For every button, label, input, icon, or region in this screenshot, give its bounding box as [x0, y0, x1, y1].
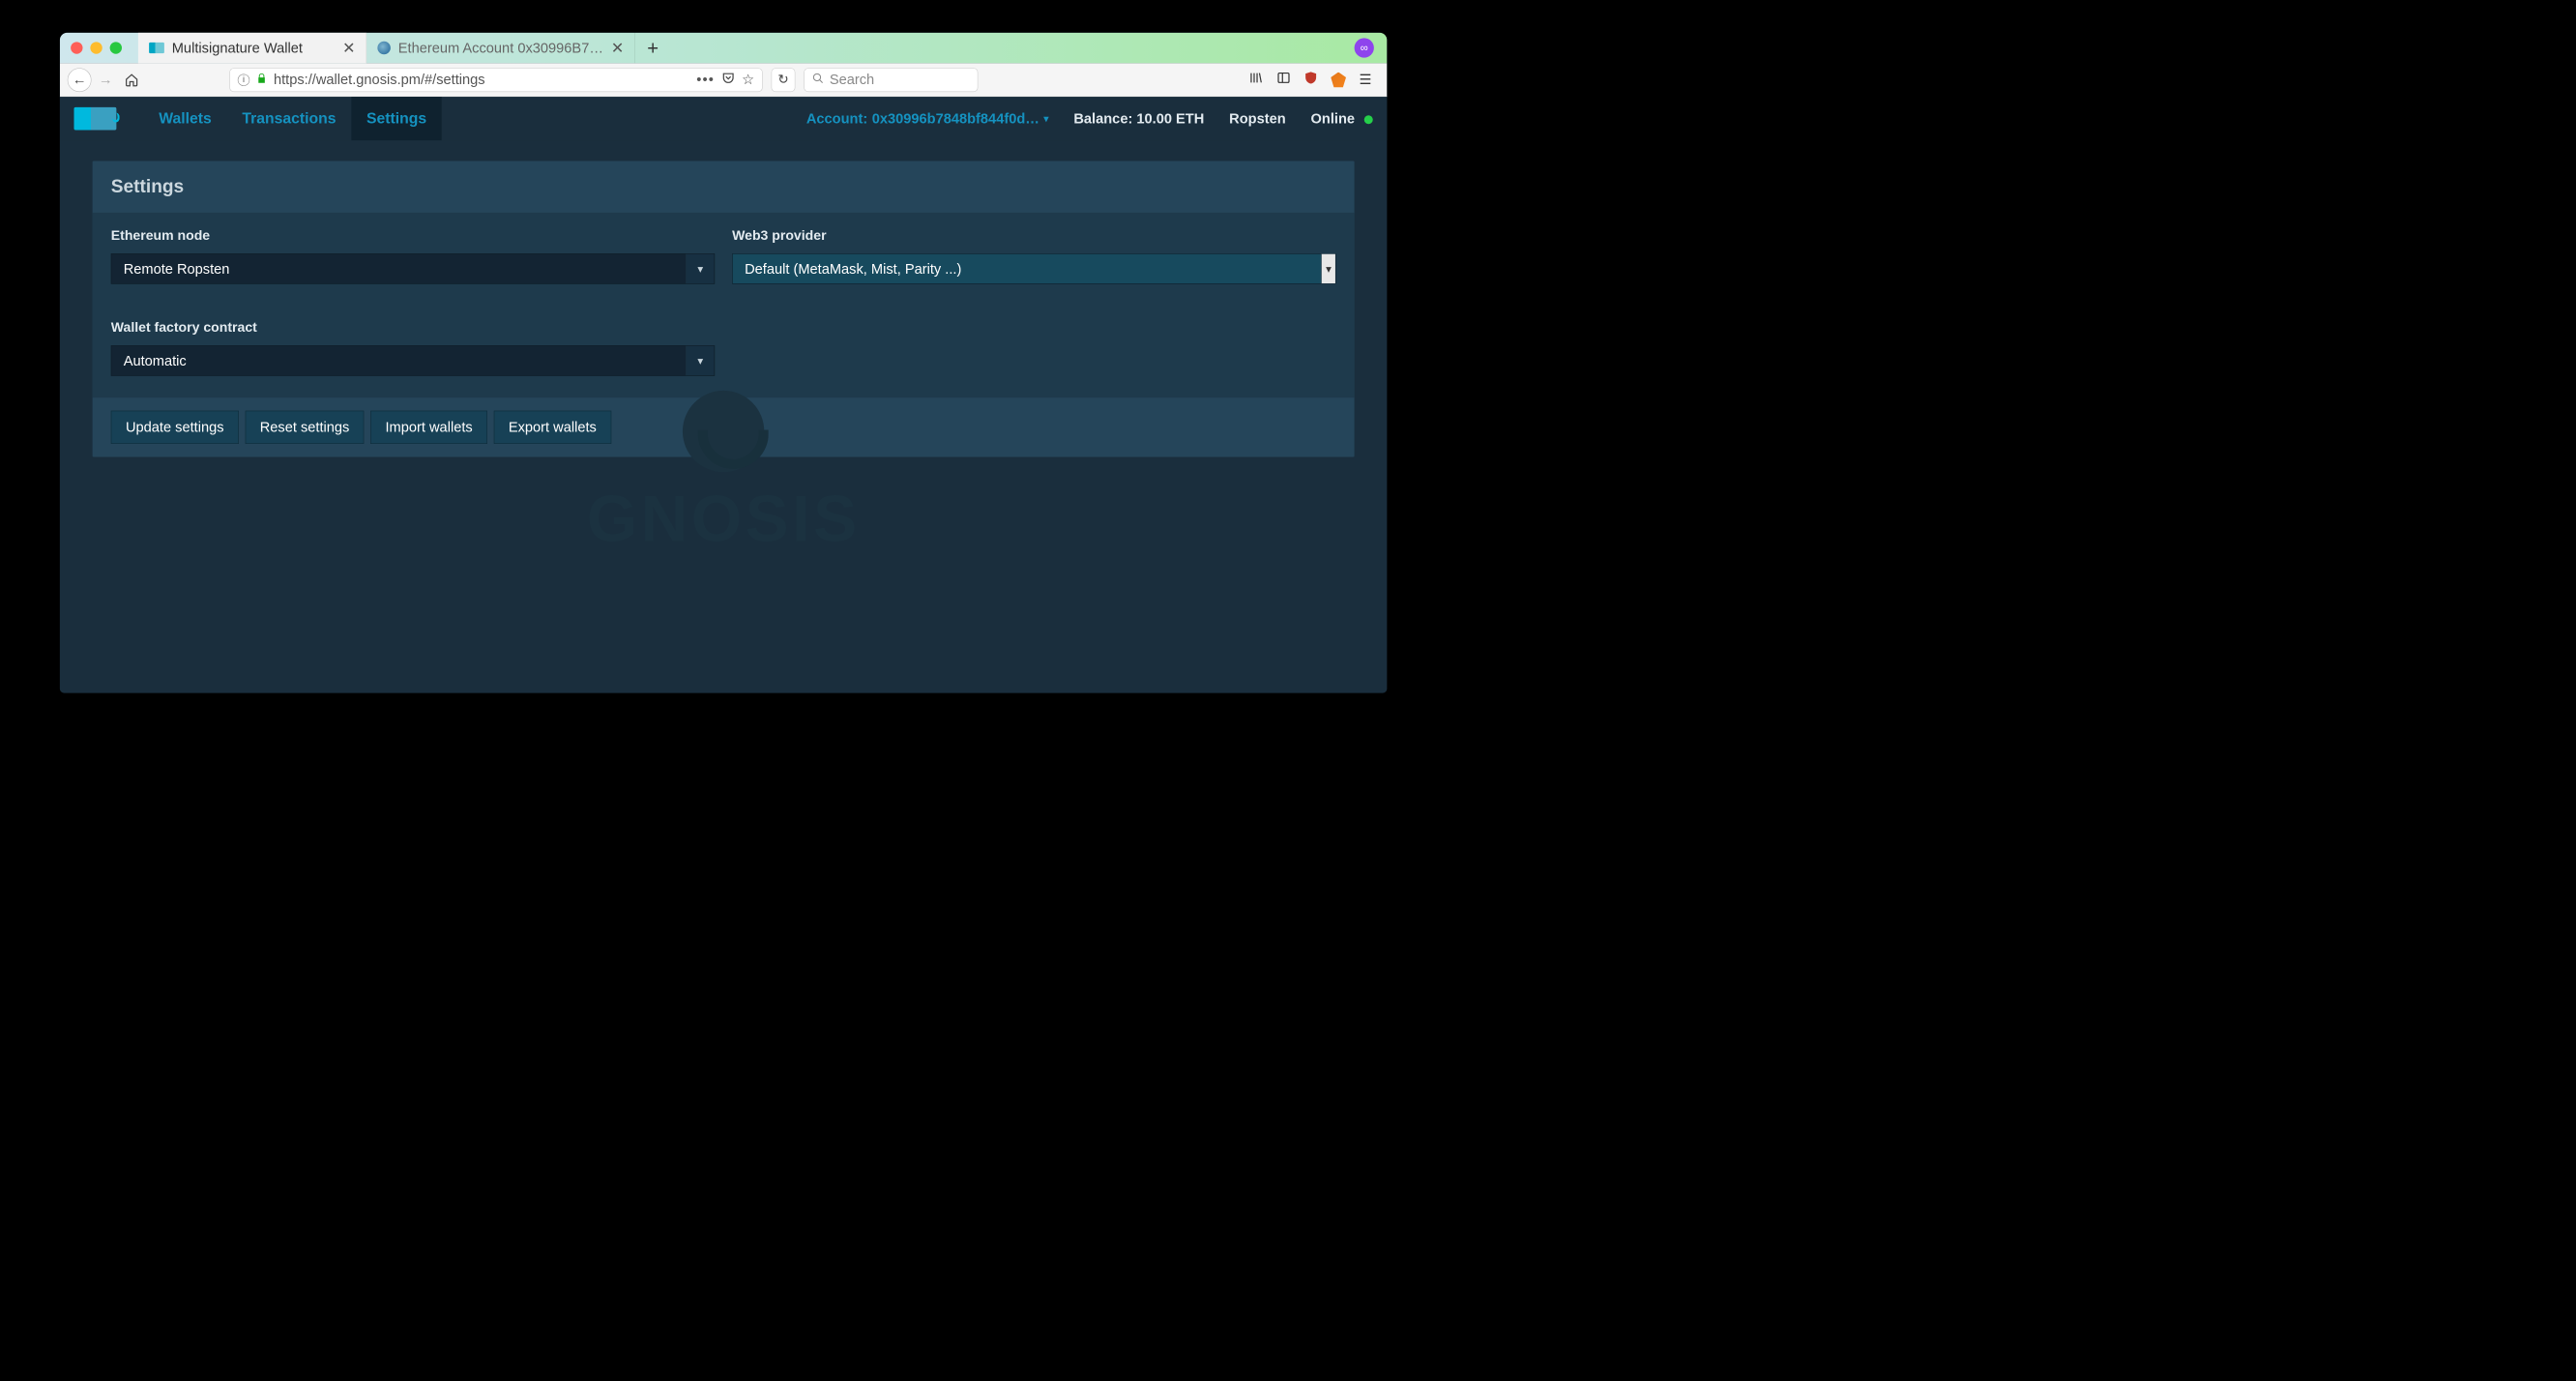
tab-multisig-wallet[interactable]: Multisignature Wallet ✕ — [138, 33, 366, 64]
settings-card: Settings Ethereum node Remote Ropsten ▾ … — [93, 162, 1355, 457]
reload-button[interactable]: ↻ — [772, 68, 796, 92]
close-window-button[interactable] — [71, 42, 82, 53]
toolbar: ← → i https://wallet.gnosis.pm/#/setting… — [60, 63, 1388, 97]
search-box[interactable]: Search — [804, 68, 978, 92]
new-tab-button[interactable]: + — [635, 33, 671, 64]
library-icon[interactable] — [1248, 71, 1264, 89]
import-wallets-button[interactable]: Import wallets — [370, 411, 487, 444]
connection-status: Online — [1311, 110, 1373, 127]
lock-icon — [256, 72, 267, 88]
tab-strip: Multisignature Wallet ✕ Ethereum Account… — [138, 33, 671, 64]
tab-title: Ethereum Account 0x30996B7… — [398, 40, 603, 56]
page-title: Settings — [111, 176, 1336, 197]
page: Settings Ethereum node Remote Ropsten ▾ … — [60, 140, 1388, 478]
extension-icon[interactable]: ∞ — [1355, 38, 1374, 57]
chevron-down-icon: ▾ — [1321, 254, 1335, 283]
card-header: Settings — [93, 162, 1355, 213]
menu-icon[interactable]: ☰ — [1360, 72, 1372, 88]
home-button[interactable] — [120, 68, 144, 92]
page-actions-icon[interactable]: ••• — [696, 72, 715, 88]
search-icon — [812, 72, 824, 88]
export-wallets-button[interactable]: Export wallets — [494, 411, 611, 444]
web3-provider-label: Web3 provider — [732, 228, 1335, 244]
bookmark-star-icon[interactable]: ☆ — [742, 72, 754, 88]
sidebar-icon[interactable] — [1276, 71, 1291, 89]
ethereum-node-value: Remote Ropsten — [111, 260, 686, 277]
url-text: https://wallet.gnosis.pm/#/settings — [274, 72, 485, 88]
watermark-text: GNOSIS — [587, 483, 861, 555]
metamask-fox-icon[interactable] — [1331, 73, 1346, 88]
online-indicator-icon — [1364, 115, 1373, 124]
ethereum-node-dropdown[interactable]: Remote Ropsten ▾ — [111, 253, 715, 284]
info-icon[interactable]: i — [238, 73, 249, 85]
close-tab-icon[interactable]: ✕ — [611, 39, 624, 57]
nav-transactions[interactable]: Transactions — [227, 97, 352, 140]
app-navbar: Wallets Transactions Settings Account: 0… — [60, 97, 1388, 140]
gnosis-wallet-logo[interactable] — [74, 107, 117, 131]
reset-settings-button[interactable]: Reset settings — [246, 411, 365, 444]
balance-text: Balance: 10.00 ETH — [1073, 110, 1204, 127]
nav-wallets[interactable]: Wallets — [144, 97, 227, 140]
titlebar: Multisignature Wallet ✕ Ethereum Account… — [60, 33, 1388, 64]
chevron-down-icon: ▾ — [686, 254, 714, 283]
nav-settings[interactable]: Settings — [351, 97, 442, 140]
web3-provider-dropdown[interactable]: Default (MetaMask, Mist, Parity ...) ▾ — [732, 253, 1335, 284]
factory-contract-label: Wallet factory contract — [111, 320, 715, 336]
close-tab-icon[interactable]: ✕ — [342, 39, 355, 57]
factory-contract-dropdown[interactable]: Automatic ▾ — [111, 345, 715, 376]
back-button[interactable]: ← — [68, 68, 92, 92]
search-placeholder: Search — [830, 72, 874, 88]
caret-down-icon: ▾ — [1043, 113, 1048, 125]
browser-window: Multisignature Wallet ✕ Ethereum Account… — [60, 33, 1388, 693]
chevron-down-icon: ▾ — [686, 346, 714, 375]
tab-ethereum-account[interactable]: Ethereum Account 0x30996B7… ✕ — [366, 33, 635, 64]
window-controls — [60, 42, 132, 53]
minimize-window-button[interactable] — [90, 42, 102, 53]
maximize-window-button[interactable] — [110, 42, 122, 53]
account-hash: 0x30996b7848bf844f0d… — [872, 110, 1039, 127]
ublock-shield-icon[interactable] — [1303, 71, 1318, 90]
account-label-prefix: Account: — [806, 110, 867, 127]
network-name: Ropsten — [1229, 110, 1286, 127]
factory-contract-value: Automatic — [111, 352, 686, 368]
status-text: Online — [1311, 110, 1356, 127]
forward-button[interactable]: → — [94, 68, 118, 92]
ethereum-node-label: Ethereum node — [111, 228, 715, 244]
etherscan-favicon-icon — [377, 42, 391, 55]
tab-title: Multisignature Wallet — [172, 40, 303, 56]
web3-provider-value: Default (MetaMask, Mist, Parity ...) — [733, 260, 1322, 277]
pocket-icon[interactable] — [721, 71, 736, 89]
account-dropdown[interactable]: Account: 0x30996b7848bf844f0d… ▾ — [806, 110, 1049, 127]
url-bar[interactable]: i https://wallet.gnosis.pm/#/settings ••… — [229, 68, 762, 92]
update-settings-button[interactable]: Update settings — [111, 411, 239, 444]
toolbar-right: ☰ — [1248, 71, 1380, 90]
gnosis-favicon-icon — [149, 43, 164, 53]
